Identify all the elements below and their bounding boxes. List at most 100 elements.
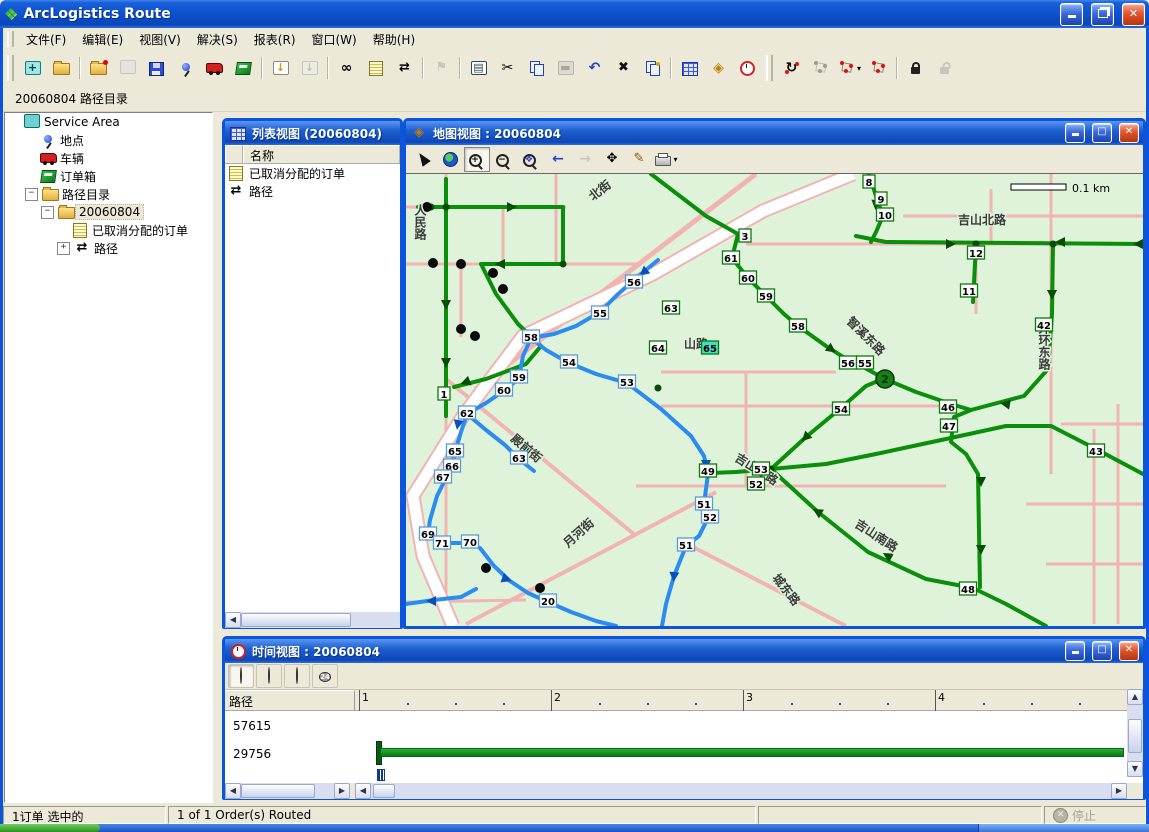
import-template-button[interactable]: ↓	[296, 55, 323, 82]
map-stop-58[interactable]: 58	[790, 319, 807, 333]
minimize-button[interactable]	[1060, 3, 1083, 26]
unassigned-stop-dot[interactable]	[470, 331, 480, 341]
cut-button[interactable]: ✂	[494, 55, 521, 82]
scroll-left-icon[interactable]: ◀	[225, 612, 241, 628]
time-name-hscrollbar[interactable]: ◀ ▶	[225, 783, 350, 799]
select-arrow-tool[interactable]	[410, 147, 436, 172]
green-route-line[interactable]	[856, 236, 1143, 244]
route-flag-button[interactable]: ⚑	[428, 55, 455, 82]
green-route-line[interactable]	[651, 174, 971, 410]
restore-button[interactable]	[1091, 3, 1114, 26]
lock-button[interactable]	[902, 55, 929, 82]
map-stop-54[interactable]: 54	[561, 355, 578, 369]
open-project-button[interactable]	[48, 55, 75, 82]
map-stop-48[interactable]: 48	[960, 582, 977, 596]
map-stop-43[interactable]: 43	[1088, 444, 1105, 458]
close-button[interactable]: ✕	[1122, 3, 1145, 26]
properties-button[interactable]: ▤	[465, 55, 492, 82]
pan-tool[interactable]: ✥	[599, 147, 625, 172]
tree-expander-expand-icon[interactable]: +	[57, 242, 70, 255]
map-stop-60[interactable]: 60	[740, 271, 757, 285]
solve-button[interactable]: ↻	[778, 55, 805, 82]
map-stop-55[interactable]: 55	[857, 356, 874, 370]
copy-button[interactable]	[523, 55, 550, 82]
route-row-29756[interactable]: 29756	[233, 747, 271, 761]
time-view-button[interactable]	[734, 55, 761, 82]
map-minimize-button[interactable]	[1065, 123, 1085, 143]
orders-button[interactable]	[362, 55, 389, 82]
undo-button[interactable]: ↶	[581, 55, 608, 82]
map-stop-56[interactable]: 56	[626, 275, 643, 289]
scroll-left-icon[interactable]: ◀	[355, 783, 371, 799]
unassigned-stop-dot[interactable]	[456, 324, 466, 334]
map-stop-63[interactable]: 63	[663, 301, 680, 315]
zoom-selected-tool[interactable]: ❖	[518, 147, 544, 172]
map-canvas[interactable]: 北街人民路吉山北路外环东路智溪东路山路吉山二路吉山南路城东路月河街殿前街8910…	[406, 173, 1143, 626]
unlock-button[interactable]	[931, 55, 958, 82]
time-timeline-hscrollbar[interactable]: ◀ ▶	[355, 783, 1127, 799]
scroll-right-icon[interactable]: ▶	[334, 783, 350, 799]
map-stop-65[interactable]: 65	[702, 341, 719, 355]
paste-button[interactable]: ▬	[552, 55, 579, 82]
map-stop-53[interactable]: 53	[619, 375, 636, 389]
tree-item-20060804[interactable]: −20060804	[5, 203, 212, 221]
map-stop-46[interactable]: 46	[940, 400, 957, 414]
time-maximize-button[interactable]: □	[1092, 641, 1112, 661]
list-view-button[interactable]	[676, 55, 703, 82]
green-route-line[interactable]	[771, 469, 1046, 626]
order-box-button[interactable]	[230, 55, 257, 82]
scroll-up-icon[interactable]: ▲	[1127, 689, 1143, 705]
back-tool[interactable]: ←	[545, 147, 571, 172]
map-stop-52[interactable]: 52	[748, 477, 765, 491]
import-orders-button[interactable]: ↓	[267, 55, 294, 82]
route-column-header[interactable]: 路径	[225, 690, 355, 710]
list-view-titlebar[interactable]: 列表视图 (20060804)	[225, 121, 400, 145]
list-hscroll-thumb[interactable]	[241, 613, 351, 627]
unassigned-stop-dot[interactable]	[488, 268, 498, 278]
clock-24-button[interactable]: 24	[312, 664, 338, 688]
scroll-left-icon[interactable]: ◀	[225, 783, 241, 799]
clock-half-button[interactable]	[256, 664, 282, 688]
unassigned-stop-dot[interactable]	[498, 284, 508, 294]
time-vscrollbar[interactable]: ▲ ▼	[1127, 689, 1143, 777]
map-stop-65[interactable]: 65	[447, 444, 464, 458]
green-route-line[interactable]	[418, 207, 563, 387]
unassigned-stop-dot[interactable]	[456, 259, 466, 269]
map-stop-63[interactable]: 63	[511, 451, 528, 465]
map-stop-67[interactable]: 67	[435, 470, 452, 484]
tree-item-已取消分配的订单[interactable]: 已取消分配的订单	[5, 221, 212, 239]
tree-item-路径目录[interactable]: −路径目录	[5, 185, 212, 203]
list-row-已取消分配的订单[interactable]: 已取消分配的订单	[225, 164, 400, 182]
map-stop-49[interactable]: 49	[700, 464, 717, 478]
menu-帮助(H)[interactable]: 帮助(H)	[365, 31, 423, 49]
paste-special-button[interactable]	[639, 55, 666, 82]
menu-文件(F)[interactable]: 文件(F)	[18, 31, 74, 49]
menu-视图(V)[interactable]: 视图(V)	[131, 31, 189, 49]
map-stop-47[interactable]: 47	[941, 419, 958, 433]
map-stop-61[interactable]: 61	[723, 251, 740, 265]
map-stop-3[interactable]: 3	[739, 229, 751, 243]
menu-报表(R)[interactable]: 报表(R)	[246, 31, 304, 49]
save-button[interactable]	[143, 55, 170, 82]
draw-tool[interactable]: ✎	[626, 147, 652, 172]
menu-窗口(W)[interactable]: 窗口(W)	[304, 31, 365, 49]
clock-hour-button[interactable]	[284, 664, 310, 688]
unassigned-stop-dot[interactable]	[428, 258, 438, 268]
tree-expander-collapse-icon[interactable]: −	[41, 206, 54, 219]
time-close-button[interactable]: ✕	[1119, 641, 1139, 661]
net-edit-button[interactable]	[807, 55, 834, 82]
map-stop-53[interactable]: 53	[753, 462, 770, 476]
delete-button[interactable]: ✖	[610, 55, 637, 82]
map-stop-54[interactable]: 54	[833, 402, 850, 416]
map-maximize-button[interactable]: □	[1092, 123, 1112, 143]
map-stop-10[interactable]: 10	[877, 208, 894, 222]
map-stop-51[interactable]: 51	[678, 538, 695, 552]
scroll-down-icon[interactable]: ▼	[1127, 761, 1143, 777]
time-marker[interactable]	[377, 769, 385, 781]
list-header-name[interactable]: 名称	[243, 145, 400, 163]
time-minimize-button[interactable]	[1065, 641, 1085, 661]
menu-grip[interactable]	[7, 31, 14, 46]
map-stop-58[interactable]: 58	[523, 330, 540, 344]
full-extent-tool[interactable]	[437, 147, 463, 172]
list-hscrollbar[interactable]: ◀	[225, 612, 400, 628]
